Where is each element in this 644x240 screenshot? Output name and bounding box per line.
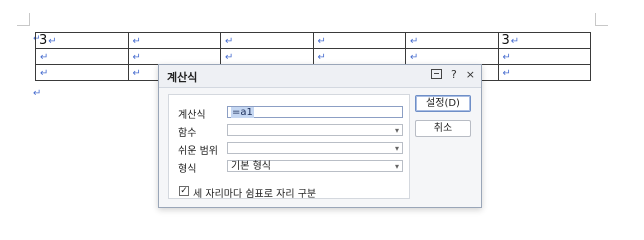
table-cell[interactable]: ↵ (312, 48, 406, 65)
table-cell[interactable]: ↵ (405, 48, 499, 65)
table-cell[interactable]: ↵ (220, 48, 314, 65)
formula-value: =a1 (231, 107, 254, 118)
paragraph-mark: ↵ (225, 52, 234, 63)
paragraph-mark: ↵ (40, 52, 49, 63)
help-icon[interactable]: ? (451, 68, 457, 81)
range-label: 쉬운 범위 (178, 146, 218, 157)
close-icon[interactable]: × (466, 68, 475, 81)
page-corner-top-right (595, 13, 608, 26)
ok-button[interactable]: 설정(D) (415, 95, 471, 112)
thousands-separator-checkbox[interactable]: ✓ (179, 186, 189, 196)
paragraph-mark: ↵ (510, 36, 520, 47)
table-row: ↵ ↵ ↵ ↵ ↵ ↵ (35, 48, 591, 65)
table-cell[interactable]: ↵ (405, 32, 499, 49)
dialog-titlebar[interactable]: 계산식 ? × (159, 65, 481, 88)
paragraph-mark: ↵ (40, 68, 49, 79)
cell-text: 3 (39, 33, 48, 48)
chevron-down-icon: ▾ (394, 126, 399, 135)
paragraph-mark: ↵ (48, 36, 57, 47)
formula-input[interactable]: =a1 (227, 106, 403, 118)
range-select[interactable]: ▾ (227, 142, 403, 154)
table-row: 3↵ ↵ ↵ ↵ ↵ 3↵ (35, 32, 591, 49)
table-cell[interactable]: ↵ (497, 48, 591, 65)
table-cell[interactable]: ↵ (127, 32, 221, 49)
chevron-down-icon: ▾ (394, 162, 399, 171)
dialog-title: 계산식 (167, 71, 198, 84)
paragraph-mark: ↵ (502, 52, 511, 63)
table-cell[interactable]: 3↵ (35, 32, 129, 49)
paragraph-mark: ↵ (132, 52, 141, 63)
paragraph-mark: ↵ (132, 68, 141, 79)
table-cell[interactable]: ↵ (35, 48, 129, 65)
minimize-dialog-icon[interactable] (430, 68, 442, 81)
paragraph-mark: ↵ (317, 36, 326, 47)
paragraph-mark: ↵ (225, 36, 234, 47)
formula-label: 계산식 (178, 110, 206, 121)
dialog-tools: ? × (430, 68, 475, 81)
format-label: 형식 (178, 164, 197, 175)
paragraph-mark: ↵ (33, 88, 42, 99)
table-cell[interactable]: ↵ (220, 32, 314, 49)
format-select[interactable]: 기본 형식 ▾ (227, 160, 403, 172)
paragraph-mark: ↵ (317, 52, 326, 63)
table-cell[interactable]: 3↵ (497, 32, 591, 49)
thousands-separator-label[interactable]: 세 자리마다 쉼표로 자리 구분 (193, 185, 316, 200)
check-icon: ✓ (180, 186, 188, 196)
table-cell[interactable]: ↵ (35, 64, 129, 81)
function-label: 함수 (178, 128, 197, 139)
table-cell[interactable]: ↵ (127, 48, 221, 65)
cancel-button[interactable]: 취소 (415, 120, 471, 137)
chevron-down-icon: ▾ (394, 144, 399, 153)
table-cell[interactable]: ↵ (497, 64, 591, 81)
cell-text: 3 (501, 33, 510, 48)
table-cell[interactable]: ↵ (312, 32, 406, 49)
formula-options-group: 계산식 =a1 함수 ▾ 쉬운 범위 ▾ 형식 기본 형식 ▾ ✓ 세 자리마다 (168, 94, 410, 200)
formula-dialog: 계산식 ? × 계산식 =a1 함수 ▾ 쉬운 범위 ▾ 형식 기본 형식 ▾ … (158, 64, 482, 208)
page-corner-top-left (17, 13, 30, 26)
paragraph-mark: ↵ (410, 52, 419, 63)
function-select[interactable]: ▾ (227, 124, 403, 136)
paragraph-mark: ↵ (410, 36, 419, 47)
paragraph-mark: ↵ (132, 36, 141, 47)
paragraph-mark: ↵ (502, 68, 511, 79)
format-value: 기본 형식 (231, 161, 271, 172)
